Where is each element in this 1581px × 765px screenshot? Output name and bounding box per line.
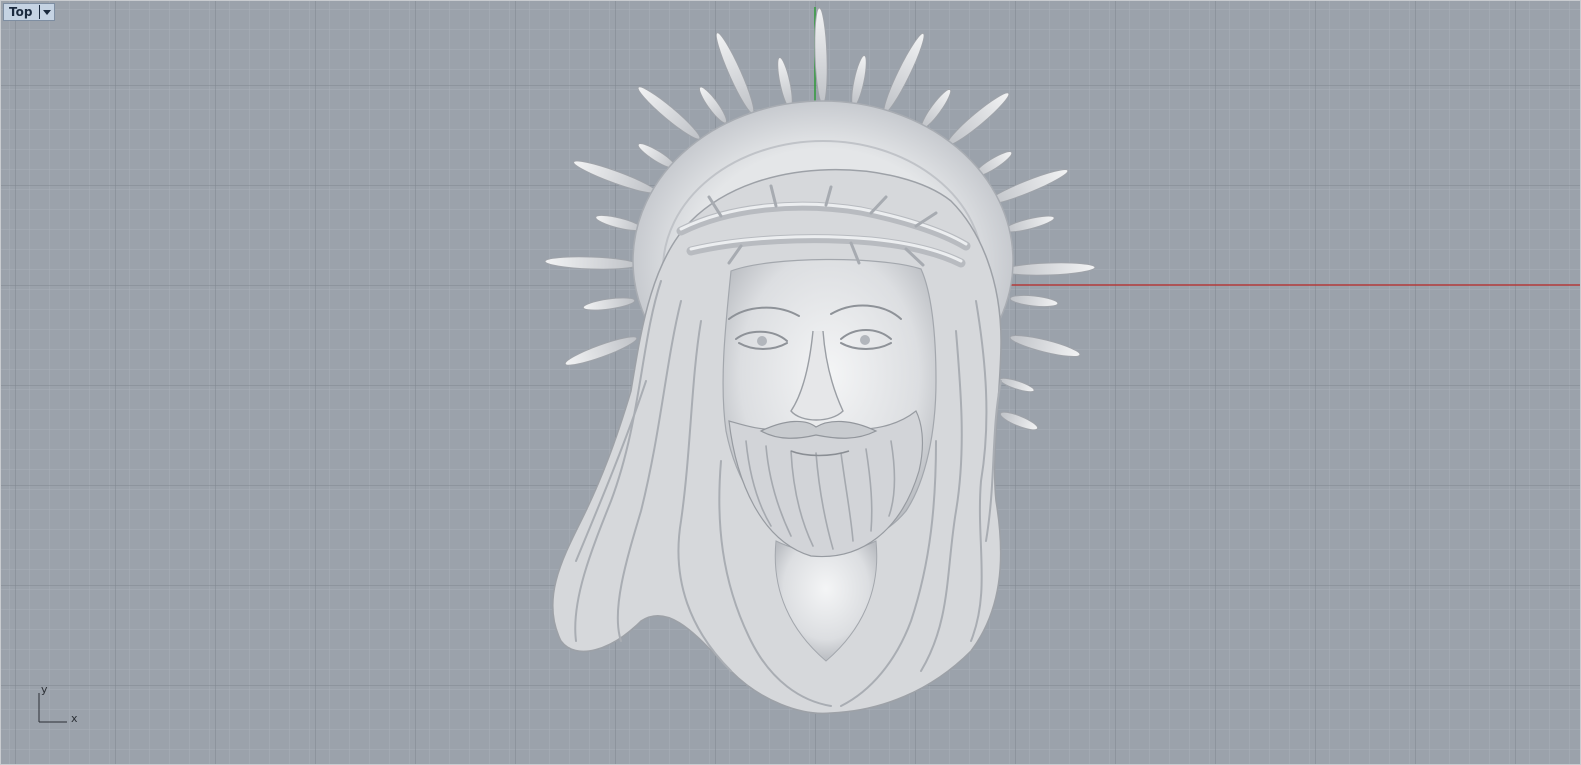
viewport-title-tab[interactable]: Top <box>3 3 56 21</box>
viewport-top[interactable]: Top y x <box>0 0 1581 765</box>
viewport-name: Top <box>9 5 33 19</box>
chevron-down-icon[interactable] <box>43 9 52 15</box>
y-axis-label: y <box>41 683 48 696</box>
world-axes-icon: y x <box>33 683 83 728</box>
tab-separator <box>39 5 41 19</box>
relief-model[interactable] <box>1 1 1580 764</box>
x-axis-label: x <box>71 712 78 725</box>
